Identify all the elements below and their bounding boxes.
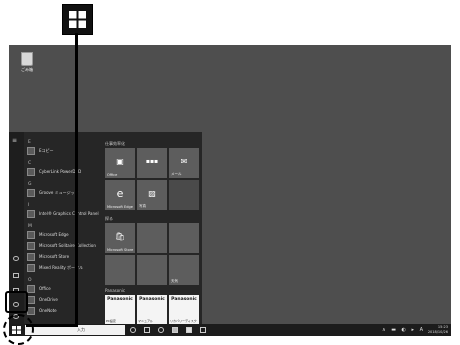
panasonic-logo: Panasonic: [107, 297, 133, 302]
tile-area: 仕事効率化 ▣ Office ▪▪▪ ✉ メール e Microsoft Edg…: [105, 132, 200, 324]
tile-store[interactable]: 🛍 Microsoft Store: [105, 223, 135, 253]
app-item-label: OneDrive: [39, 297, 58, 302]
tile-label: メール: [171, 172, 182, 176]
panasonic-logo: Panasonic: [171, 297, 197, 302]
app-group-letter[interactable]: O: [28, 278, 32, 283]
tile-group-title: 探る: [105, 216, 113, 221]
app-icon: [27, 147, 35, 155]
tile-empty[interactable]: [169, 180, 199, 210]
tile-mail[interactable]: ✉ メール: [169, 148, 199, 178]
recycle-bin[interactable]: ごみ箱: [15, 52, 39, 73]
app-item-label: Eコピー: [39, 148, 54, 153]
app-icon: [27, 307, 35, 315]
app-icon: [27, 296, 35, 304]
document-icon[interactable]: [13, 273, 19, 278]
tile-office[interactable]: ▣ Office: [105, 148, 135, 178]
recycle-bin-icon: [21, 52, 33, 66]
app-item-label: Intel® Graphics Control Panel: [39, 211, 99, 216]
app-icon: [27, 242, 35, 250]
cortana-icon[interactable]: [130, 327, 136, 333]
app-item-label: Microsoft Edge: [39, 232, 69, 237]
app-item-label: OneNote: [39, 308, 57, 313]
app-icon: [27, 210, 35, 218]
settings-highlight: [5, 291, 28, 313]
task-view-icon[interactable]: [144, 327, 150, 333]
app-group-letter[interactable]: I: [28, 203, 29, 208]
app-icon: [27, 168, 35, 176]
tile-label: PC設定: [106, 319, 116, 323]
app-item-label: Microsoft Store: [39, 254, 70, 259]
start-button-highlight: [3, 314, 34, 345]
app-icon: [27, 285, 35, 293]
edge-icon[interactable]: [158, 327, 164, 333]
menu-icon[interactable]: ≡: [12, 138, 17, 144]
windows-logo-callout: [62, 4, 93, 35]
app-item-label: Office: [39, 286, 51, 291]
tile-weather[interactable]: 天気: [169, 255, 199, 285]
tile-empty[interactable]: [169, 223, 199, 253]
search-placeholder: 入力: [77, 327, 85, 332]
start-menu: ≡ E Eコピー C CyberLink PowerDVD G Groove ミ…: [9, 132, 202, 324]
app-folder-icon: ▪▪▪: [145, 157, 159, 165]
file-explorer-icon[interactable]: [172, 327, 178, 333]
photos-icon: ▨: [148, 188, 156, 198]
tile-empty[interactable]: [137, 255, 167, 285]
edge-icon: e: [116, 186, 124, 200]
store-icon: 🛍: [114, 231, 126, 241]
tile-group-title: 仕事効率化: [105, 141, 125, 146]
app-icon: [27, 253, 35, 261]
tile-label: Microsoft Store: [107, 248, 134, 252]
office-icon: ▣: [116, 156, 124, 166]
tile-group-title: Panasonic: [105, 288, 126, 293]
windows-logo-icon: [69, 11, 86, 28]
clock[interactable]: 15:23 2018/10/26: [428, 325, 448, 334]
mail-icon: ✉: [180, 156, 188, 166]
tile-photos[interactable]: ▨ 写真: [137, 180, 167, 210]
clock-date: 2018/10/26: [427, 329, 448, 334]
app-group-letter[interactable]: M: [28, 224, 32, 229]
mail-icon[interactable]: [200, 327, 206, 333]
tile-label: 写真: [139, 204, 146, 208]
tile-label: マニュアル: [138, 319, 153, 323]
user-icon[interactable]: [13, 256, 19, 261]
tile-label: リカバリーディスク: [170, 319, 197, 323]
store-icon[interactable]: [186, 327, 192, 333]
tile-panasonic-pc-settings[interactable]: Panasonic PC設定: [105, 295, 135, 324]
recycle-bin-label: ごみ箱: [21, 67, 33, 72]
tile-app-folder[interactable]: ▪▪▪: [137, 148, 167, 178]
app-list: E Eコピー C CyberLink PowerDVD G Groove ミュー…: [25, 132, 99, 324]
app-item-label: Microsoft Solitaire Collection: [39, 243, 96, 248]
app-icon: [27, 264, 35, 272]
app-group-letter[interactable]: G: [28, 182, 32, 187]
tile-panasonic-recovery[interactable]: Panasonic リカバリーディスク: [169, 295, 199, 324]
tile-edge[interactable]: e Microsoft Edge: [105, 180, 135, 210]
tile-panasonic-manual[interactable]: Panasonic マニュアル: [137, 295, 167, 324]
system-tray-icons[interactable]: ∧ ▬ ◐ ▸ A: [382, 327, 425, 333]
app-group-letter[interactable]: E: [28, 140, 31, 145]
panasonic-logo: Panasonic: [139, 297, 165, 302]
app-group-letter[interactable]: C: [28, 161, 31, 166]
tile-empty[interactable]: [105, 255, 135, 285]
tile-label: Office: [107, 173, 118, 177]
app-item-label: Groove ミュージック: [39, 190, 79, 195]
app-icon: [27, 189, 35, 197]
tile-label: Microsoft Edge: [107, 205, 133, 209]
tile-label: 天気: [171, 279, 178, 283]
app-icon: [27, 231, 35, 239]
callout-line: [75, 33, 78, 327]
tile-empty[interactable]: [137, 223, 167, 253]
